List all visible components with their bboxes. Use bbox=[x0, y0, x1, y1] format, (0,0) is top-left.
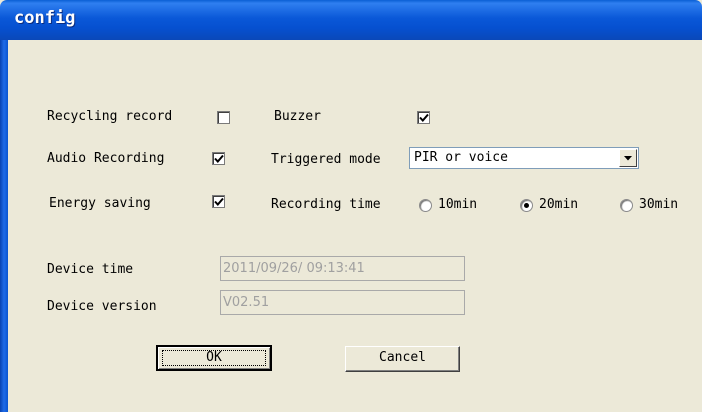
buzzer-label: Buzzer bbox=[274, 109, 321, 124]
recording-time-30min-radio[interactable] bbox=[620, 199, 633, 212]
device-time-value: 2011/09/26/ 09:13:41 bbox=[223, 261, 365, 276]
recording-time-20min-radio[interactable] bbox=[520, 199, 533, 212]
buzzer-checkbox[interactable] bbox=[417, 111, 430, 124]
dropdown-button[interactable] bbox=[619, 149, 637, 167]
recording-time-20min-label[interactable]: 20min bbox=[539, 197, 578, 213]
energy-saving-label: Energy saving bbox=[49, 196, 151, 211]
triggered-mode-value: PIR or voice bbox=[414, 150, 508, 165]
focus-rect bbox=[162, 350, 266, 366]
device-version-field: V02.51 bbox=[220, 290, 465, 315]
cancel-button-label: Cancel bbox=[379, 350, 426, 365]
recycling-record-label: Recycling record bbox=[47, 109, 173, 124]
recording-time-label: Recording time bbox=[271, 197, 381, 212]
config-dialog-body: Recycling record Buzzer Audio Recording … bbox=[8, 40, 702, 412]
energy-saving-checkbox[interactable] bbox=[212, 195, 225, 208]
cancel-button[interactable]: Cancel bbox=[345, 346, 460, 372]
title-bar[interactable]: config bbox=[0, 0, 702, 40]
window-frame-left bbox=[0, 40, 8, 412]
recording-time-30min-label[interactable]: 30min bbox=[639, 197, 678, 213]
audio-recording-label: Audio Recording bbox=[47, 151, 165, 166]
device-time-label: Device time bbox=[47, 262, 134, 277]
ok-button[interactable]: OK bbox=[156, 345, 272, 371]
recording-time-10min-label[interactable]: 10min bbox=[438, 197, 477, 213]
checkmark-icon bbox=[214, 154, 224, 163]
device-time-field: 2011/09/26/ 09:13:41 bbox=[220, 256, 465, 281]
triggered-mode-label: Triggered mode bbox=[271, 152, 381, 167]
device-version-label: Device version bbox=[47, 299, 157, 314]
recycling-record-checkbox[interactable] bbox=[217, 111, 230, 124]
audio-recording-checkbox[interactable] bbox=[212, 152, 225, 165]
checkmark-icon bbox=[214, 197, 224, 206]
device-version-value: V02.51 bbox=[223, 295, 270, 310]
recording-time-10min-radio[interactable] bbox=[419, 199, 432, 212]
window-title: config bbox=[14, 8, 76, 28]
checkmark-icon bbox=[419, 113, 429, 122]
triggered-mode-select[interactable]: PIR or voice bbox=[409, 147, 639, 169]
chevron-down-icon bbox=[624, 156, 632, 161]
